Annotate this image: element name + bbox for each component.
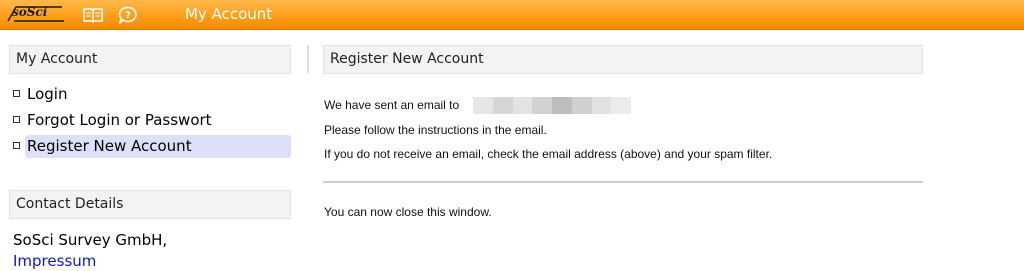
impressum-link[interactable]: Impressum	[13, 252, 96, 270]
logo-text: soSci	[12, 5, 48, 19]
main-header: Register New Account	[323, 45, 923, 74]
sidebar-item-label: Register New Account	[27, 137, 192, 155]
spam-filter-text: If you do not receive an email, check th…	[324, 147, 773, 161]
svg-text:?: ?	[125, 11, 131, 22]
help-icon[interactable]: ?	[117, 6, 139, 24]
bullet-icon	[13, 142, 20, 149]
sidebar-item-label: Forgot Login or Passwort	[27, 111, 212, 129]
sent-email-text: We have sent an email to	[324, 98, 460, 112]
book-icon[interactable]	[82, 6, 104, 24]
contact-details-header: Contact Details	[9, 190, 291, 219]
redacted-email	[473, 97, 631, 114]
column-divider	[307, 45, 309, 73]
top-bar: soSci ? My Account	[0, 0, 1024, 30]
instructions-text: Please follow the instructions in the em…	[324, 123, 547, 137]
sidebar-item-forgot-login[interactable]: Forgot Login or Passwort	[11, 110, 291, 132]
sidebar-item-register[interactable]: Register New Account	[11, 135, 291, 158]
page-title: My Account	[185, 5, 273, 23]
sidebar-item-label: Login	[27, 85, 68, 103]
bullet-icon	[13, 90, 20, 97]
divider	[323, 181, 923, 183]
my-account-header: My Account	[9, 45, 291, 74]
bullet-icon	[13, 116, 20, 123]
contact-company: SoSci Survey GmbH,	[13, 231, 168, 249]
sidebar-item-login[interactable]: Login	[11, 84, 291, 106]
close-window-text: You can now close this window.	[324, 205, 492, 219]
